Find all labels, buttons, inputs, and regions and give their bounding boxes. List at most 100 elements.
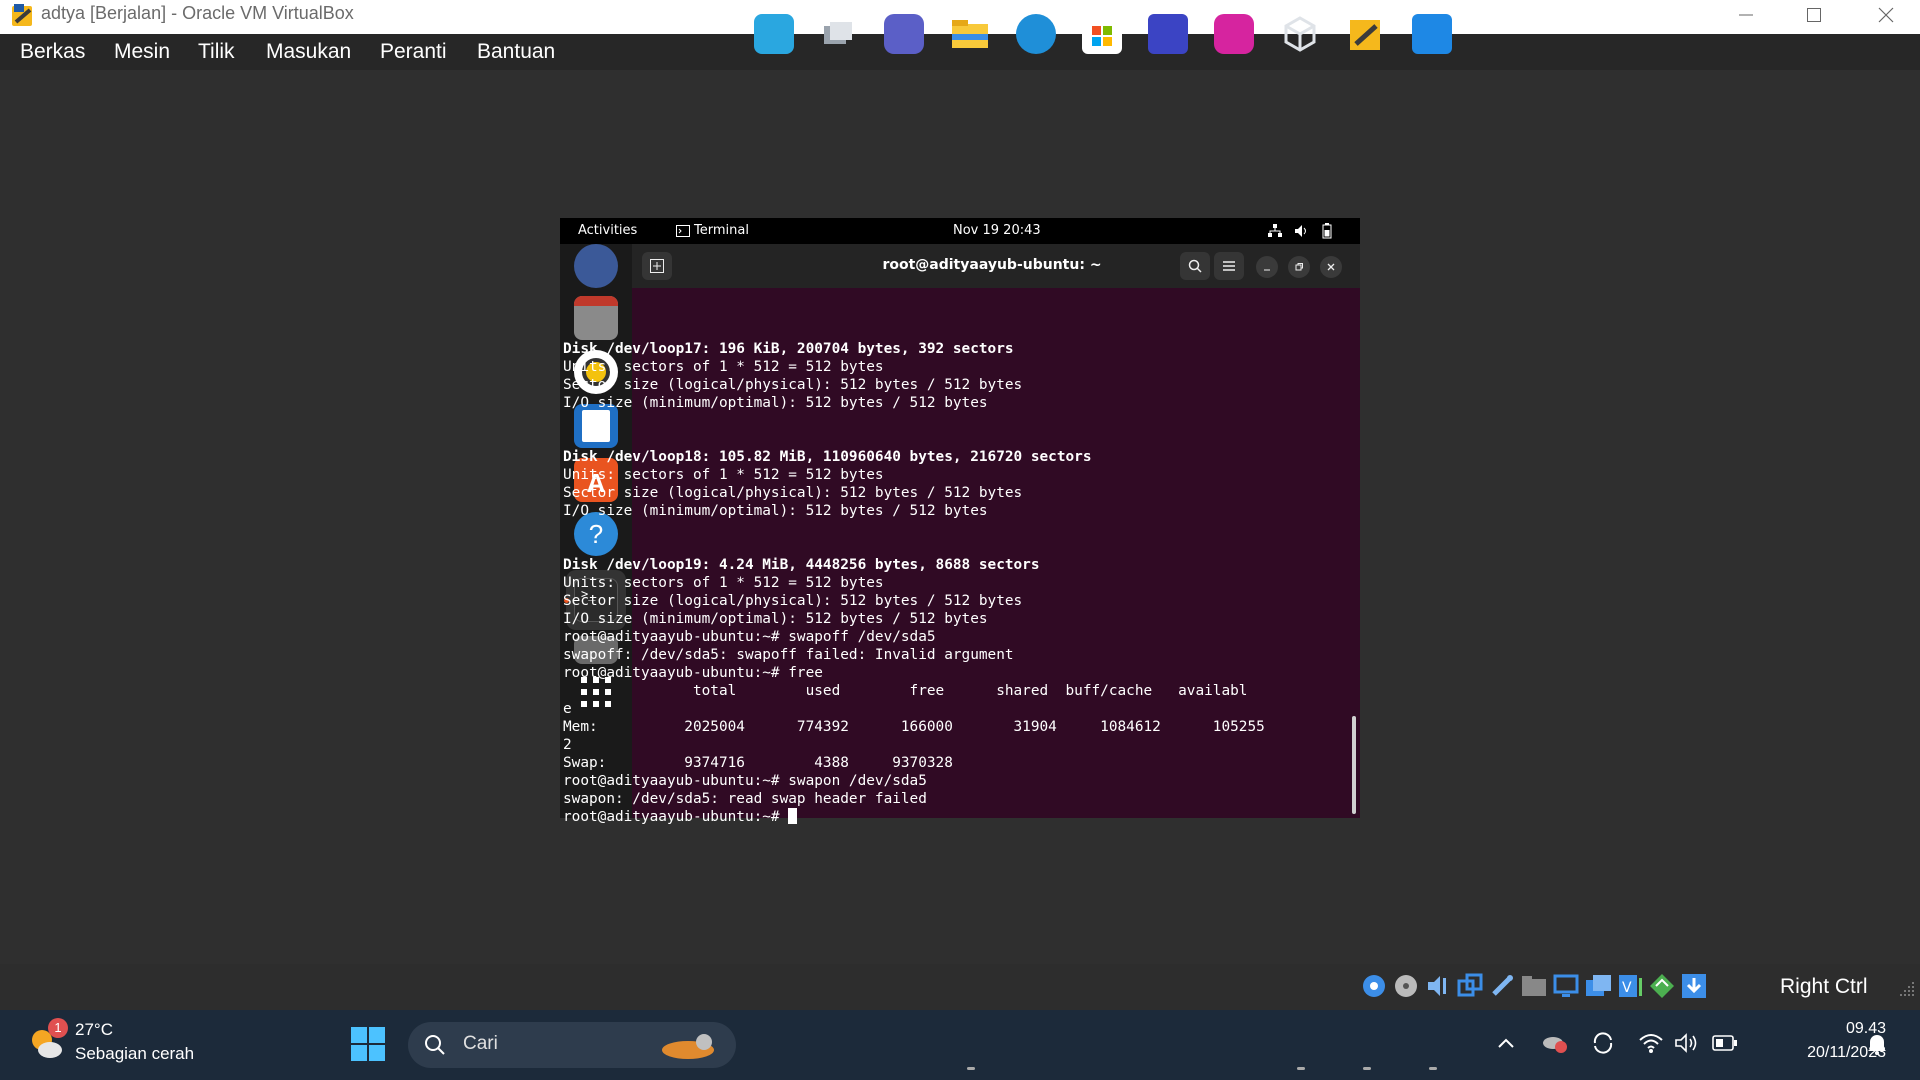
vt-x-icon[interactable]: V (1616, 972, 1644, 1000)
download-icon[interactable] (1680, 972, 1708, 1000)
wifi-icon[interactable] (1638, 1032, 1664, 1054)
menu-tilik[interactable]: Tilik (198, 40, 235, 64)
weather-widget[interactable]: 1 (28, 1018, 68, 1060)
weather-temp[interactable]: 27°C (75, 1020, 113, 1040)
taskbar-photos-icon[interactable] (1412, 14, 1452, 54)
resize-grip-icon[interactable] (1894, 980, 1916, 1002)
taskbar-virtualbox-icon[interactable] (1346, 14, 1386, 54)
top-bar-clock[interactable]: Nov 19 20:43 (953, 223, 1041, 238)
dock-thunderbird-icon[interactable] (574, 244, 618, 288)
terminal-close-button[interactable] (1320, 256, 1342, 278)
close-button[interactable] (1852, 0, 1920, 30)
window-title: adtya [Berjalan] - Oracle VM VirtualBox (41, 3, 354, 23)
weather-badge: 1 (48, 1018, 68, 1038)
terminal-line: Sector size (logical/physical): 512 byte… (563, 485, 1023, 501)
menu-peranti[interactable]: Peranti (380, 40, 447, 64)
menu-bantuan[interactable]: Bantuan (477, 40, 555, 64)
terminal-line: I/O size (minimum/optimal): 512 bytes / … (563, 395, 988, 411)
terminal-line: Units: sectors of 1 * 512 = 512 bytes (563, 359, 884, 375)
taskbar-search[interactable]: Cari (408, 1022, 736, 1068)
menu-berkas[interactable]: Berkas (20, 40, 85, 64)
terminal-line: e (563, 701, 572, 717)
virtualbox-running-indicator (1363, 1067, 1371, 1070)
host-key-label: Right Ctrl (1780, 975, 1868, 998)
start-button-icon[interactable] (350, 1026, 386, 1062)
speaker-icon[interactable] (1674, 1032, 1700, 1054)
terminal-line: Mem: 2025004 774392 166000 31904 1084612… (563, 719, 1265, 735)
menu-masukan[interactable]: Masukan (266, 40, 351, 64)
taskbar-task-view-icon[interactable] (818, 14, 858, 54)
close-icon (1327, 263, 1335, 271)
terminal-line: Swap: 9374716 4388 9370328 (563, 755, 953, 771)
terminal-scrollbar[interactable] (1352, 716, 1356, 814)
sync-icon[interactable] (1590, 1030, 1616, 1056)
guest-additions-icon[interactable] (1648, 972, 1676, 1000)
gnome-top-bar: Activities Terminal Nov 19 20:43 (560, 218, 1360, 244)
terminal-search-button[interactable] (1180, 252, 1210, 280)
network-icon[interactable] (1268, 224, 1282, 238)
battery-icon[interactable] (1712, 1034, 1738, 1052)
minimize-icon (1264, 269, 1270, 271)
terminal-line: I/O size (minimum/optimal): 512 bytes / … (563, 503, 988, 519)
3d-viewer-running-indicator (1297, 1067, 1305, 1070)
terminal-menu-button[interactable] (1214, 252, 1244, 280)
maximize-button[interactable] (1780, 0, 1848, 30)
search-icon (1188, 259, 1202, 273)
taskbar-teams-icon[interactable] (884, 14, 924, 54)
terminal-minimize-button[interactable] (1256, 256, 1278, 278)
explorer-running-indicator (967, 1067, 975, 1070)
notification-bell-icon[interactable] (1866, 1032, 1888, 1056)
restore-icon (1295, 263, 1303, 271)
terminal-line: root@adityaayub-ubuntu:~# swapoff /dev/s… (563, 629, 936, 645)
shared-folders-icon[interactable] (1520, 972, 1548, 1000)
new-tab-icon (650, 259, 664, 273)
terminal-line: Disk /dev/loop18: 105.82 MiB, 110960640 … (563, 449, 1092, 465)
volume-icon[interactable] (1294, 224, 1308, 238)
minimize-button[interactable] (1712, 0, 1780, 30)
menu-mesin[interactable]: Mesin (114, 40, 170, 64)
taskbar-3d-viewer-icon[interactable] (1280, 14, 1320, 54)
new-tab-button[interactable] (642, 252, 672, 280)
search-icon (425, 1035, 445, 1055)
show-hidden-icons-chevron-icon[interactable] (1497, 1036, 1515, 1050)
windows-taskbar (0, 1010, 1920, 1080)
terminal-line: Disk /dev/loop19: 4.24 MiB, 4448256 byte… (563, 557, 1040, 573)
taskbar-file-explorer-icon[interactable] (950, 14, 990, 54)
display-icon[interactable] (1552, 972, 1580, 1000)
terminal-line: total used free shared buff/cache availa… (692, 683, 1248, 699)
hard-disk-icon[interactable] (1360, 972, 1388, 1000)
svg-text:V: V (1622, 980, 1632, 996)
audio-icon[interactable] (1424, 972, 1452, 1000)
taskbar-copilot-icon[interactable] (754, 14, 794, 54)
taskbar-instagram-icon[interactable] (1214, 14, 1254, 54)
battery-icon[interactable] (1322, 223, 1332, 239)
app-menu-terminal[interactable]: Terminal (694, 223, 749, 238)
minimize-icon (1739, 14, 1753, 16)
activities-button[interactable]: Activities (578, 223, 637, 238)
maximize-icon (1807, 8, 1821, 22)
taskbar-store-icon[interactable] (1082, 14, 1122, 54)
weather-desc[interactable]: Sebagian cerah (75, 1044, 194, 1064)
terminal-line: 2 (563, 737, 572, 753)
terminal-prompt: root@adityaayub-ubuntu:~# (563, 809, 789, 825)
search-placeholder: Cari (463, 1033, 498, 1054)
optical-drive-icon[interactable] (1392, 972, 1420, 1000)
terminal-headerbar: root@adityaayub-ubuntu: ~ (632, 244, 1360, 288)
terminal-output[interactable]: Disk /dev/loop17: 196 KiB, 200704 bytes,… (563, 322, 1265, 826)
network-adapter-icon[interactable] (1456, 972, 1484, 1000)
onedrive-error-icon[interactable] (1542, 1030, 1568, 1054)
search-highlight-image (662, 1034, 714, 1059)
recording-icon[interactable] (1584, 972, 1612, 1000)
terminal-line: Sector size (logical/physical): 512 byte… (563, 377, 1023, 393)
terminal-restore-button[interactable] (1288, 256, 1310, 278)
terminal-line: Units: sectors of 1 * 512 = 512 bytes (563, 467, 884, 483)
terminal-line: swapon: /dev/sda5: read swap header fail… (563, 791, 927, 807)
terminal-line: root@adityaayub-ubuntu:~# swapon /dev/sd… (563, 773, 927, 789)
terminal-line: Disk /dev/loop17: 196 KiB, 200704 bytes,… (563, 341, 1014, 357)
terminal-title: root@adityaayub-ubuntu: ~ (882, 257, 1102, 273)
usb-icon[interactable] (1488, 972, 1516, 1000)
virtualbox-icon (12, 4, 32, 26)
taskbar-edge-icon[interactable] (1016, 14, 1056, 54)
taskbar-visual-studio-icon[interactable] (1148, 14, 1188, 54)
hamburger-icon (1223, 261, 1235, 271)
